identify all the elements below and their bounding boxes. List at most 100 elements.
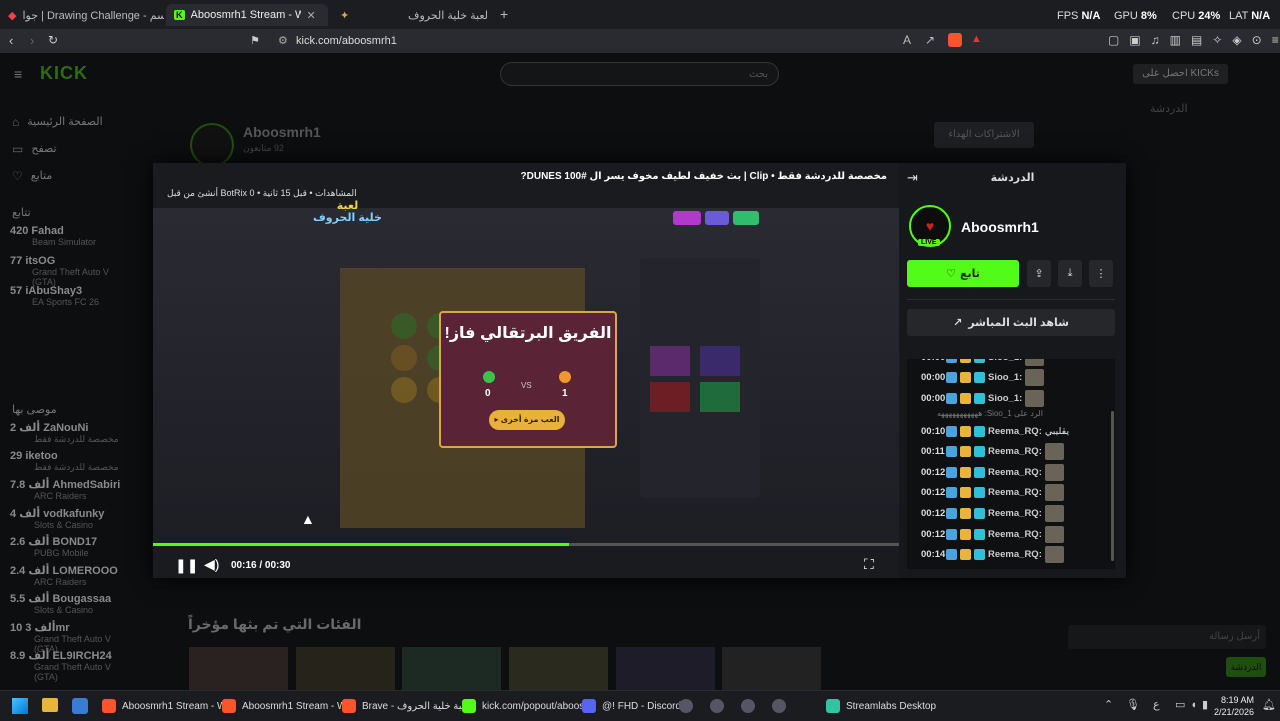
start-icon[interactable] bbox=[12, 698, 28, 714]
taskbar-app[interactable]: Brave - لعبة خلية الحروف bbox=[342, 695, 470, 717]
nav-home[interactable]: ⌂ الصفحة الرئيسية bbox=[12, 108, 132, 135]
chat-username[interactable]: Reema_RQ: bbox=[988, 446, 1042, 457]
chat-message[interactable]: 00:11 Reema_RQ: bbox=[907, 441, 1115, 462]
play-again-button[interactable]: ▸ العب مرة أخرى bbox=[489, 410, 565, 430]
category-thumb[interactable] bbox=[509, 647, 608, 690]
chat-message[interactable]: 00:12 Reema_RQ: bbox=[907, 503, 1115, 524]
microphone-icon[interactable]: 🎙︎ bbox=[1126, 698, 1140, 711]
chat-username[interactable]: Reema_RQ: bbox=[988, 529, 1042, 540]
arc-icon[interactable] bbox=[710, 699, 724, 713]
nav-browse[interactable]: ▭ تصفح bbox=[12, 135, 132, 162]
chat-message[interactable]: 00:12 Reema_RQ: bbox=[907, 462, 1115, 483]
category-thumb[interactable] bbox=[722, 647, 821, 690]
game-menu-pill[interactable] bbox=[673, 211, 701, 225]
game-tile[interactable] bbox=[700, 346, 740, 376]
forward-icon[interactable]: › bbox=[30, 33, 34, 48]
chat-message[interactable]: 00:10 Reema_RQ: يقليبي bbox=[907, 421, 1115, 442]
recommended-channel[interactable]: 7.8 ألف AhmedSabiri ARC Raiders bbox=[10, 478, 135, 507]
follow-button[interactable]: ♡ تابع bbox=[907, 260, 1019, 287]
video-progress-bar[interactable] bbox=[153, 543, 899, 546]
recommended-channel[interactable]: 10 ألف 3mr Grand Theft Auto V (GTA) bbox=[10, 621, 135, 654]
site-info-icon[interactable]: ⚙ bbox=[278, 34, 288, 47]
taskbar-app[interactable]: @! FHD - Discord bbox=[582, 695, 681, 717]
chat-username[interactable]: Sioo_1: bbox=[988, 393, 1022, 404]
taskbar-app[interactable]: Aboosmrh1 Stream - W bbox=[102, 695, 226, 717]
recommended-channel[interactable]: 5.5 ألف Bougassaa Slots & Casino bbox=[10, 592, 135, 621]
back-icon[interactable]: ‹ bbox=[9, 33, 13, 48]
site-search-input[interactable]: بحث bbox=[500, 62, 779, 86]
notification-bell-icon[interactable]: 🔔︎ bbox=[1262, 698, 1276, 711]
chat-username[interactable]: Reema_RQ: bbox=[988, 426, 1042, 437]
game-menu-pill[interactable] bbox=[705, 211, 729, 225]
game-menu-pill[interactable] bbox=[733, 211, 759, 225]
game-tile[interactable] bbox=[650, 346, 690, 376]
chat-message[interactable]: 00:00 Sioo_1: bbox=[907, 388, 1115, 409]
chat-username[interactable]: Sioo_1: bbox=[988, 359, 1022, 363]
taskbar-app[interactable]: kick.com/popout/aboos bbox=[462, 695, 584, 717]
store-icon[interactable] bbox=[72, 698, 88, 714]
xbox-icon[interactable] bbox=[772, 699, 786, 713]
chat-username[interactable]: Sioo_1: bbox=[988, 372, 1022, 383]
new-tab-button[interactable]: + bbox=[500, 6, 508, 22]
bookmark-icon[interactable]: ⚑ bbox=[250, 34, 260, 47]
recommended-channel[interactable]: 2 ألف ZaNouNi مخصصة للدردشة فقط bbox=[10, 421, 135, 450]
volume-icon[interactable]: ◀) bbox=[204, 556, 219, 573]
category-thumb[interactable] bbox=[189, 647, 288, 690]
close-tab-icon[interactable]: ✕ bbox=[307, 9, 316, 22]
category-thumb[interactable] bbox=[616, 647, 715, 690]
chat-message[interactable]: 00:12 Reema_RQ: bbox=[907, 483, 1115, 504]
recommended-channel[interactable]: 2.4 ألف LOMEROOO ARC Raiders bbox=[10, 564, 135, 593]
menu-icon[interactable]: ≡ bbox=[14, 66, 22, 82]
taskbar-app[interactable]: Aboosmrh1 Stream - W bbox=[222, 695, 346, 717]
url-bar[interactable]: ⚙ kick.com/aboosmrh1 bbox=[270, 31, 990, 51]
chat-input[interactable]: أرسل رسالة bbox=[1068, 625, 1266, 649]
pause-icon[interactable]: ❚❚ bbox=[175, 557, 198, 574]
recommended-channel[interactable]: 2.6 ألف BOND17 PUBG Mobile bbox=[10, 535, 135, 564]
fullscreen-icon[interactable]: ⛶ bbox=[864, 556, 874, 573]
get-kicks-button[interactable]: احصل على KICKs bbox=[1133, 64, 1228, 84]
input-language[interactable]: ع bbox=[1153, 698, 1160, 711]
taskbar-app[interactable]: Streamlabs Desktop bbox=[826, 695, 936, 717]
hex-cell[interactable] bbox=[391, 345, 417, 371]
streamer-name[interactable]: Aboosmrh1 bbox=[961, 219, 1039, 235]
share-icon[interactable]: ↗ bbox=[925, 33, 935, 47]
chat-username[interactable]: Reema_RQ: bbox=[988, 549, 1042, 560]
tray-status-icons[interactable]: ▭◖▮ bbox=[1175, 698, 1213, 711]
clock[interactable]: 8:19 AM 2/21/2026 bbox=[1214, 694, 1254, 718]
gift-subs-button[interactable]: الاشتراكات الهداء bbox=[934, 122, 1034, 148]
tab-drawing-challenge[interactable]: ◆ جوا | Drawing Challenge - تحدي الرسم bbox=[8, 4, 164, 26]
logitech-icon[interactable] bbox=[741, 699, 755, 713]
channel-avatar[interactable] bbox=[190, 123, 234, 167]
translate-icon[interactable]: A bbox=[903, 33, 911, 47]
brave-rewards-icon[interactable]: ▲ bbox=[971, 33, 982, 45]
followed-channel[interactable]: 57 iAbuShay3 EA Sports FC 26 bbox=[10, 285, 135, 315]
chat-send-button[interactable]: الدردشة bbox=[1226, 657, 1266, 677]
hex-cell[interactable] bbox=[391, 313, 417, 339]
tab-letter-hive-game[interactable]: ✦ لعبة خلية الحروف bbox=[334, 4, 494, 26]
recommended-channel[interactable]: 4 ألف vodkafunky Slots & Casino bbox=[10, 507, 135, 536]
chat-message[interactable]: 00:00 Sioo_1: bbox=[907, 359, 1115, 368]
chat-username[interactable]: Reema_RQ: bbox=[988, 467, 1042, 478]
recommended-channel[interactable]: 29 iketoo مخصصة للدردشة فقط bbox=[10, 450, 135, 479]
tab-aboosmrh1-stream[interactable]: K Aboosmrh1 Stream - Watch L ✕ bbox=[166, 4, 328, 26]
chat-username[interactable]: Reema_RQ: bbox=[988, 508, 1042, 519]
recommended-channel[interactable]: 8.9 ألف EL9IRCH24 Grand Theft Auto V (GTA… bbox=[10, 649, 135, 682]
kick-logo[interactable]: KICK bbox=[40, 63, 88, 84]
chat-message[interactable]: 00:14 Reema_RQ: bbox=[907, 544, 1115, 565]
game-tile[interactable] bbox=[700, 382, 740, 412]
file-explorer-icon[interactable] bbox=[42, 698, 58, 712]
hex-cell[interactable] bbox=[391, 377, 417, 403]
extensions-icons[interactable]: ▢▣♫▥▤✧◈⊙≡ bbox=[1108, 33, 1280, 47]
followed-channel[interactable]: 420 Fahad Beam Simulator bbox=[10, 225, 135, 255]
more-options-button[interactable]: ⋮ bbox=[1089, 260, 1113, 287]
share-button[interactable]: ⇪ bbox=[1027, 260, 1051, 287]
steam-icon[interactable] bbox=[679, 699, 693, 713]
channel-title[interactable]: Aboosmrh1 bbox=[243, 124, 321, 140]
chat-username[interactable]: Reema_RQ: bbox=[988, 487, 1042, 498]
nav-following[interactable]: ♡ متابع bbox=[12, 162, 132, 189]
category-thumb[interactable] bbox=[402, 647, 501, 690]
chat-message[interactable]: 00:00 Sioo_1: bbox=[907, 368, 1115, 389]
category-thumb[interactable] bbox=[296, 647, 395, 690]
watch-live-button[interactable]: ↗ شاهد البث المباشر bbox=[907, 309, 1115, 336]
reload-icon[interactable]: ↻ bbox=[48, 33, 58, 47]
